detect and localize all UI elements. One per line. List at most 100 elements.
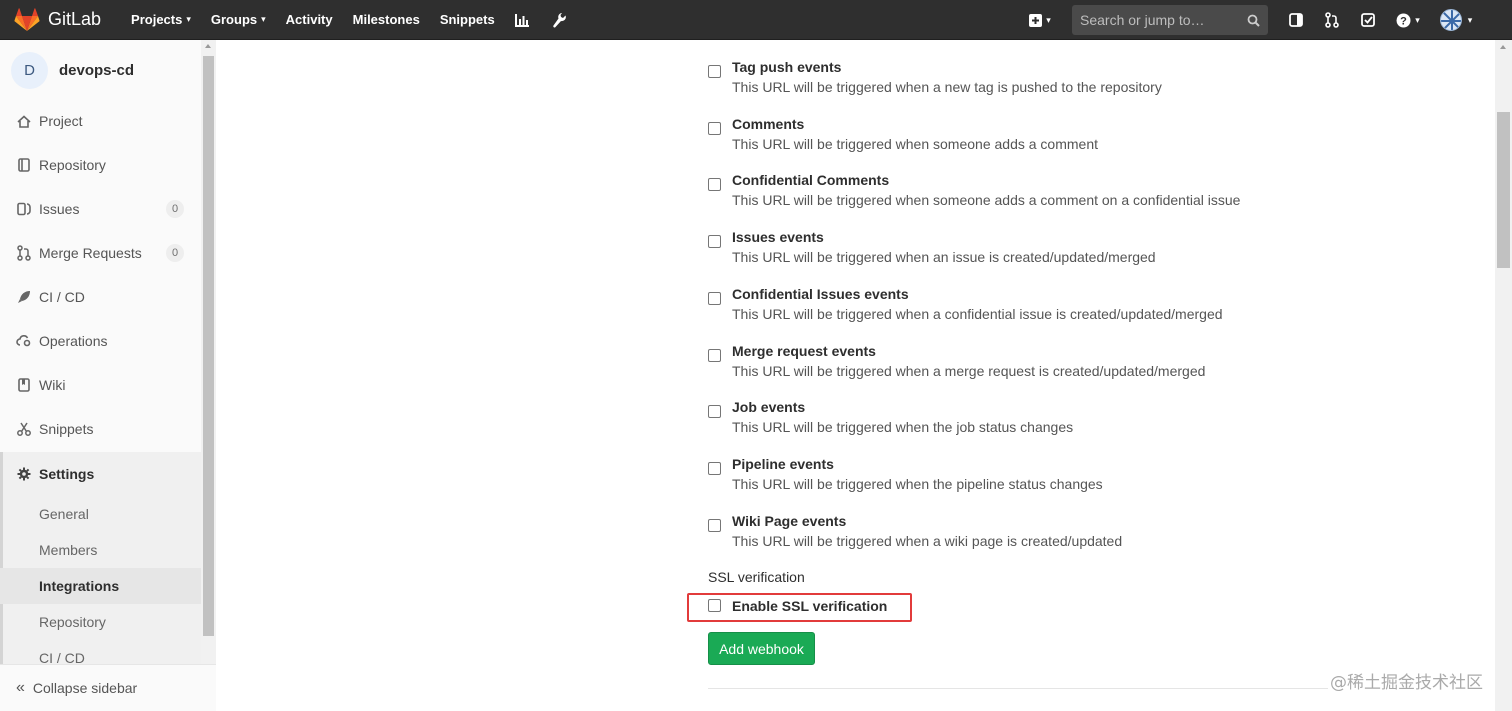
comments-checkbox[interactable] — [708, 122, 721, 135]
merge-requests-count-badge: 0 — [166, 244, 184, 262]
sidebar-item-merge-requests[interactable]: Merge Requests 0 — [0, 231, 201, 275]
settings-sub-repository[interactable]: Repository — [0, 604, 201, 640]
doc-icon — [16, 157, 32, 173]
sidebar-item-ci-cd[interactable]: CI / CD — [0, 275, 201, 319]
sidebar-item-project[interactable]: Project — [0, 99, 201, 143]
sidebar-item-repository[interactable]: Repository — [0, 143, 201, 187]
issues-count-badge: 0 — [166, 200, 184, 218]
nav-groups-label: Groups — [210, 12, 258, 27]
user-avatar — [1439, 9, 1462, 31]
new-item-dropdown[interactable]: ▾ — [1018, 0, 1062, 40]
sidebar-item-snippets[interactable]: Snippets — [0, 407, 201, 451]
confidential-issues-events-checkbox[interactable] — [708, 292, 721, 305]
sidebar-item-label: Settings — [39, 466, 95, 482]
nav-activity-label: Activity — [285, 12, 333, 27]
sidebar-item-settings[interactable]: Settings — [0, 452, 201, 496]
page-scrollbar-thumb[interactable] — [1497, 112, 1510, 268]
merge-request-nav-icon[interactable] — [1314, 0, 1350, 40]
job-events-checkbox[interactable] — [708, 405, 721, 418]
search-box[interactable] — [1072, 5, 1268, 35]
settings-sub-label: CI / CD — [39, 650, 85, 664]
sidebar-item-label: Merge Requests — [39, 245, 142, 261]
nav-milestones[interactable]: Milestones — [343, 0, 430, 40]
confidential-comments-checkbox[interactable] — [708, 178, 721, 191]
merge-request-events-checkbox[interactable] — [708, 349, 721, 362]
double-chevron-left-icon: « — [16, 679, 25, 696]
plus-square-icon — [1029, 13, 1043, 27]
book-icon — [16, 377, 32, 393]
nav-snippets[interactable]: Snippets — [430, 0, 505, 40]
ssl-verification-heading: SSL verification — [708, 569, 805, 585]
page-scrollbar[interactable] — [1495, 40, 1512, 711]
project-sidebar: D devops-cd Project Repository Issues 0 … — [0, 40, 216, 711]
trigger-description: This URL will be triggered when the job … — [732, 419, 1074, 435]
enable-ssl-verification-checkbox[interactable] — [708, 599, 721, 612]
settings-sub-label: Integrations — [39, 578, 120, 594]
settings-sub-members[interactable]: Members — [0, 532, 201, 568]
settings-sub-integrations[interactable]: Integrations — [0, 568, 201, 604]
trigger-title: Issues events — [732, 229, 824, 245]
trigger-title: Merge request events — [732, 343, 876, 359]
sidebar-item-label: Operations — [39, 333, 108, 349]
help-dropdown[interactable]: ? ▾ — [1386, 0, 1430, 40]
sidebar-nav: D devops-cd Project Repository Issues 0 … — [0, 40, 201, 664]
project-name: devops-cd — [59, 61, 135, 79]
project-avatar: D — [11, 51, 48, 89]
main-content: Tag push events This URL will be trigger… — [217, 40, 1495, 711]
sidebar-toggle-icon[interactable] — [1278, 0, 1314, 40]
search-icon — [1247, 14, 1260, 27]
chevron-down-icon: ▾ — [186, 14, 191, 24]
home-icon — [16, 113, 32, 129]
pipeline-events-checkbox[interactable] — [708, 462, 721, 475]
settings-sub-general[interactable]: General — [0, 496, 201, 532]
add-webhook-button[interactable]: Add webhook — [708, 632, 815, 665]
scroll-up-arrow-icon[interactable] — [1500, 45, 1506, 49]
gear-icon — [16, 466, 32, 482]
nav-groups-dropdown[interactable]: Groups ▾ — [201, 0, 276, 40]
sidebar-item-operations[interactable]: Operations — [0, 319, 201, 363]
brand-name: GitLab — [48, 9, 102, 29]
nav-projects-dropdown[interactable]: Projects ▾ — [121, 0, 201, 40]
sidebar-project-header[interactable]: D devops-cd — [0, 40, 201, 100]
gitlab-logo[interactable]: GitLab — [14, 0, 101, 40]
sidebar-item-wiki[interactable]: Wiki — [0, 363, 201, 407]
nav-activity[interactable]: Activity — [276, 0, 343, 40]
user-menu-dropdown[interactable]: ▾ — [1430, 0, 1482, 40]
sidebar-item-issues[interactable]: Issues 0 — [0, 187, 201, 231]
tag-push-events-checkbox[interactable] — [708, 65, 721, 78]
trigger-title: Pipeline events — [732, 456, 834, 472]
sidebar-item-label: Repository — [39, 157, 106, 173]
chevron-down-icon: ▾ — [1046, 14, 1051, 25]
chevron-down-icon: ▾ — [1467, 14, 1473, 25]
sidebar-item-label: Issues — [39, 201, 80, 217]
issues-icon — [16, 201, 32, 217]
wrench-icon[interactable] — [541, 0, 577, 40]
scroll-up-arrow-icon[interactable] — [205, 44, 211, 48]
issues-events-checkbox[interactable] — [708, 235, 721, 248]
svg-text:?: ? — [1400, 15, 1407, 27]
sidebar-scrollbar[interactable] — [201, 40, 216, 664]
nav-snippets-label: Snippets — [439, 12, 495, 27]
trigger-description: This URL will be triggered when someone … — [732, 136, 1098, 152]
trigger-description: This URL will be triggered when someone … — [732, 192, 1241, 208]
nav-links: Projects ▾ Groups ▾ Activity Milestones Sn… — [121, 0, 577, 40]
trigger-description: This URL will be triggered when the pipe… — [732, 476, 1103, 492]
trigger-title: Job events — [732, 399, 806, 415]
wiki-page-events-checkbox[interactable] — [708, 519, 721, 532]
enable-ssl-verification-label[interactable]: Enable SSL verification — [732, 598, 887, 614]
trigger-description: This URL will be triggered when a wiki p… — [732, 533, 1123, 549]
trigger-title: Tag push events — [732, 59, 842, 75]
search-input[interactable] — [1080, 12, 1247, 28]
sidebar-item-label: Project — [39, 113, 83, 129]
sidebar-scrollbar-thumb[interactable] — [203, 56, 214, 636]
settings-sub-ci-cd[interactable]: CI / CD — [0, 640, 201, 664]
todo-icon[interactable] — [1350, 0, 1386, 40]
cloud-gear-icon — [16, 333, 32, 349]
trigger-title: Confidential Issues events — [732, 286, 909, 302]
nav-projects-label: Projects — [131, 12, 183, 27]
collapse-sidebar-label: Collapse sidebar — [32, 680, 138, 696]
trigger-title: Wiki Page events — [732, 513, 847, 529]
trigger-title: Comments — [732, 116, 805, 132]
collapse-sidebar-button[interactable]: « Collapse sidebar — [0, 664, 216, 711]
admin-chart-icon[interactable] — [505, 0, 541, 40]
